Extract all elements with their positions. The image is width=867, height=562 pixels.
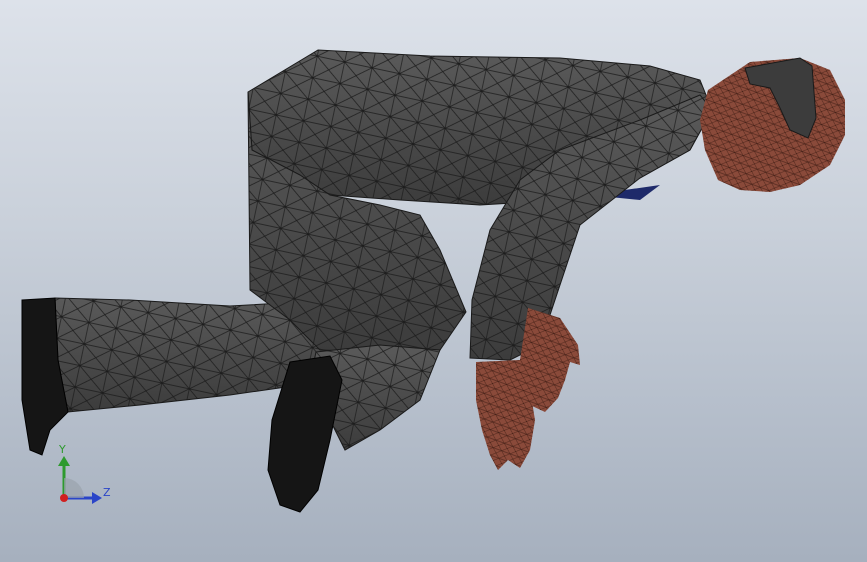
- triad-z-label: Z: [103, 486, 111, 499]
- orientation-triad: Y Z: [52, 440, 122, 510]
- head: [700, 57, 845, 192]
- crawling-human-model[interactable]: [0, 0, 867, 562]
- graphics-viewport[interactable]: Y Z: [0, 0, 867, 562]
- triad-y-label: Y: [59, 443, 66, 456]
